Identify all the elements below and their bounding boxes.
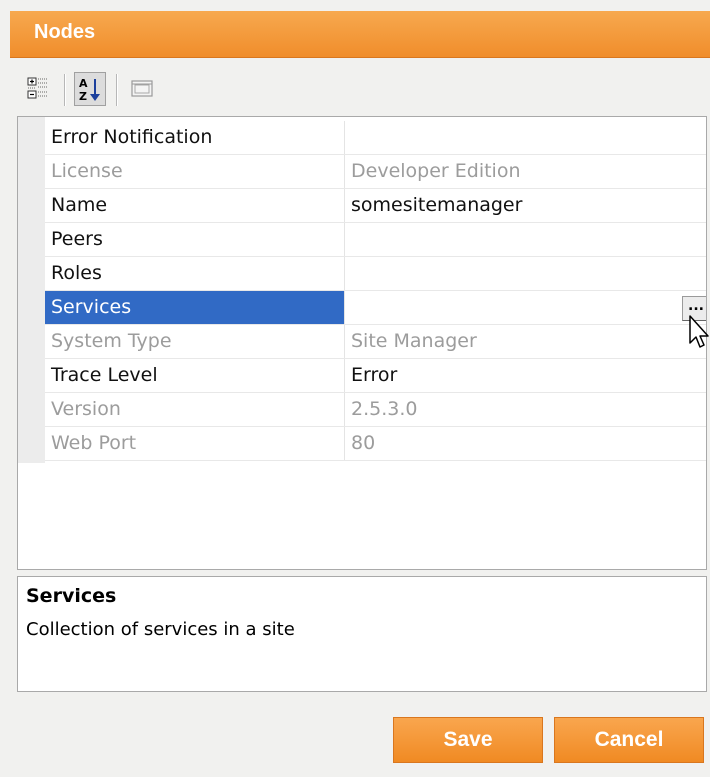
property-value: Developer Edition <box>351 160 521 182</box>
property-row-roles[interactable]: Roles <box>45 257 706 291</box>
property-row-error-notification[interactable]: Error Notification <box>45 121 706 155</box>
property-value[interactable] <box>345 121 706 154</box>
mouse-pointer-icon <box>689 315 709 348</box>
property-name: Peers <box>45 223 345 256</box>
categorized-view-button[interactable] <box>22 72 54 106</box>
svg-text:A: A <box>79 77 88 90</box>
property-name: Version <box>45 393 345 426</box>
property-grid-toolbar: A Z <box>18 66 708 114</box>
property-row-system-type[interactable]: System Type Site Manager <box>45 325 706 359</box>
categorized-icon <box>27 77 48 99</box>
property-value: Site Manager <box>351 330 477 352</box>
property-grid: Error Notification License Developer Edi… <box>17 116 707 570</box>
property-value[interactable]: somesitemanager <box>345 189 706 222</box>
property-name: Trace Level <box>45 359 345 392</box>
property-row-version[interactable]: Version 2.5.3.0 <box>45 393 706 427</box>
property-name: Name <box>45 189 345 222</box>
property-row-name[interactable]: Name somesitemanager <box>45 189 706 223</box>
toolbar-separator <box>116 74 117 106</box>
description-text: Collection of services in a site <box>26 619 295 640</box>
property-row-peers[interactable]: Peers <box>45 223 706 257</box>
property-pages-button[interactable] <box>126 72 158 106</box>
description-title: Services <box>26 585 117 607</box>
cancel-button[interactable]: Cancel <box>554 717 704 763</box>
property-row-web-port[interactable]: Web Port 80 <box>45 427 706 461</box>
property-row-license[interactable]: License Developer Edition <box>45 155 706 189</box>
property-row-trace-level[interactable]: Trace Level Error <box>45 359 706 393</box>
property-value[interactable] <box>345 223 706 256</box>
alphabetical-sort-button[interactable]: A Z <box>74 72 106 106</box>
property-value[interactable]: Error <box>345 359 706 392</box>
property-value[interactable] <box>345 257 706 290</box>
grid-gutter <box>18 117 45 463</box>
property-description-pane: Services Collection of services in a sit… <box>17 576 707 692</box>
property-name: System Type <box>45 325 345 358</box>
property-value[interactable]: ... <box>345 291 706 324</box>
window-title: Nodes <box>34 21 96 43</box>
toolbar-separator <box>64 74 65 106</box>
svg-text:Z: Z <box>79 90 87 102</box>
property-pages-icon <box>131 80 153 97</box>
property-name: Roles <box>45 257 345 290</box>
property-name: Web Port <box>45 427 345 460</box>
sort-az-icon: A Z <box>79 77 100 102</box>
title-bar: Nodes <box>10 11 710 58</box>
property-row-services[interactable]: Services ... <box>45 291 706 325</box>
property-name: License <box>45 155 345 188</box>
property-name: Services <box>45 291 345 324</box>
property-value: 2.5.3.0 <box>351 398 418 420</box>
property-value: 80 <box>351 432 376 454</box>
property-name: Error Notification <box>45 121 345 154</box>
save-button[interactable]: Save <box>393 717 543 763</box>
